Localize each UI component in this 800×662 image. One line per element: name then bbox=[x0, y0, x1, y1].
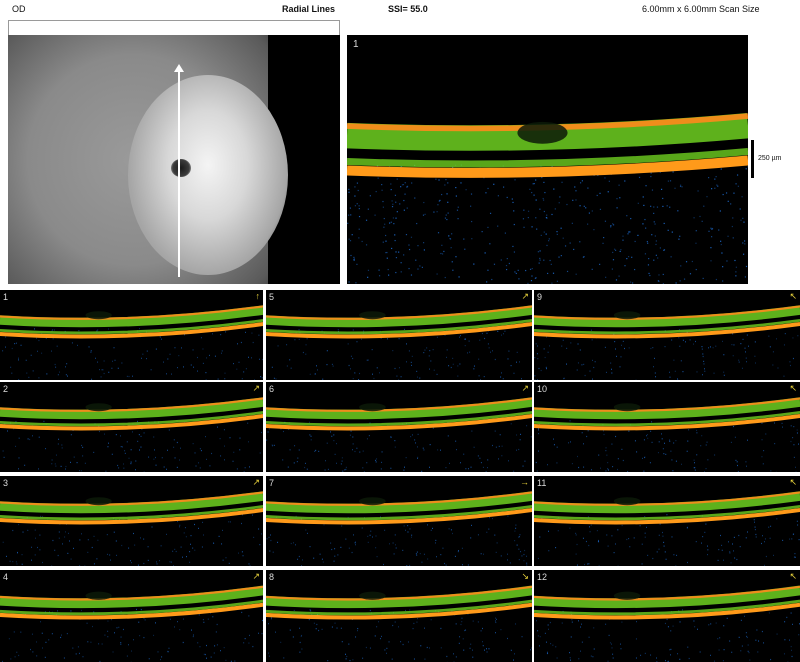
scan-direction-arrow-icon: ↗ bbox=[252, 571, 260, 581]
oct-bscan-image bbox=[347, 112, 748, 284]
oct-bscan-image bbox=[534, 585, 800, 662]
scale-bar bbox=[751, 140, 754, 178]
thumbnail-number: 2 bbox=[3, 384, 9, 394]
oct-thumbnail-12[interactable]: 12 ↖ bbox=[534, 570, 800, 662]
oct-bscan-image bbox=[0, 491, 263, 566]
thumbnail-number: 7 bbox=[269, 478, 275, 488]
scan-direction-arrow-icon: → bbox=[520, 477, 529, 487]
scan-direction-arrow-icon: ↘ bbox=[521, 571, 529, 581]
oct-thumbnail-4[interactable]: 4 ↗ bbox=[0, 570, 263, 662]
oct-thumbnail-2[interactable]: 2 ↗ bbox=[0, 382, 263, 472]
thumbnail-number: 8 bbox=[269, 572, 275, 582]
oct-bscan-image bbox=[534, 305, 800, 380]
scan-size-label: 6.00mm x 6.00mm Scan Size bbox=[642, 4, 760, 14]
oct-thumbnail-11[interactable]: 11 ↖ bbox=[534, 476, 800, 566]
oct-thumbnail-6[interactable]: 6 ↗ bbox=[266, 382, 532, 472]
main-oct-scan[interactable]: 1 bbox=[347, 35, 748, 284]
scan-direction-arrow-icon: ↗ bbox=[521, 383, 529, 393]
scan-direction-arrow-icon: ↗ bbox=[521, 291, 529, 301]
oct-thumbnail-10[interactable]: 10 ↖ bbox=[534, 382, 800, 472]
oct-thumbnail-3[interactable]: 3 ↗ bbox=[0, 476, 263, 566]
protocol-label: Radial Lines bbox=[282, 4, 336, 14]
oct-thumbnail-9[interactable]: 9 ↖ bbox=[534, 290, 800, 380]
fundus-image[interactable] bbox=[8, 35, 340, 284]
scan-direction-arrow-icon: ↖ bbox=[789, 291, 797, 301]
oct-bscan-image bbox=[0, 397, 263, 472]
oct-bscan-image bbox=[266, 397, 532, 472]
oct-thumbnail-7[interactable]: 7 → bbox=[266, 476, 532, 566]
scale-bar-label: 250 µm bbox=[758, 155, 782, 162]
scan-direction-arrow-icon: ↖ bbox=[789, 571, 797, 581]
fovea-spot bbox=[171, 159, 191, 177]
thumbnail-number: 1 bbox=[3, 292, 9, 302]
scan-direction-arrow-icon: ↗ bbox=[252, 477, 260, 487]
scan-number: 1 bbox=[353, 39, 359, 50]
scan-direction-arrow-icon: ↖ bbox=[789, 477, 797, 487]
thumbnail-number: 6 bbox=[269, 384, 275, 394]
thumbnail-number: 11 bbox=[537, 478, 547, 488]
oct-bscan-image bbox=[266, 491, 532, 566]
scan-direction-arrow-icon: ↖ bbox=[789, 383, 797, 393]
oct-bscan-image bbox=[0, 585, 263, 662]
oct-thumbnail-1[interactable]: 1 ↑ bbox=[0, 290, 263, 380]
oct-bscan-image bbox=[266, 585, 532, 662]
scan-direction-arrow-icon: ↑ bbox=[255, 291, 261, 301]
thumbnail-number: 9 bbox=[537, 292, 543, 302]
oct-bscan-image bbox=[266, 305, 532, 380]
thumbnail-number: 12 bbox=[537, 572, 548, 582]
thumbnail-number: 4 bbox=[3, 572, 9, 582]
scan-line[interactable] bbox=[178, 70, 180, 277]
oct-bscan-image bbox=[534, 491, 800, 566]
oct-bscan-image bbox=[0, 305, 263, 380]
scan-direction-arrow-icon bbox=[174, 64, 184, 72]
ssi-label: SSI= 55.0 bbox=[388, 4, 428, 14]
oct-thumbnail-8[interactable]: 8 ↘ bbox=[266, 570, 532, 662]
oct-thumbnail-5[interactable]: 5 ↗ bbox=[266, 290, 532, 380]
thumbnail-number: 10 bbox=[537, 384, 548, 394]
scan-direction-arrow-icon: ↗ bbox=[252, 383, 260, 393]
optic-disc-glow bbox=[128, 75, 288, 275]
eye-label: OD bbox=[12, 4, 26, 14]
thumbnail-number: 3 bbox=[3, 478, 9, 488]
thumbnail-number: 5 bbox=[269, 292, 275, 302]
oct-bscan-image bbox=[534, 397, 800, 472]
